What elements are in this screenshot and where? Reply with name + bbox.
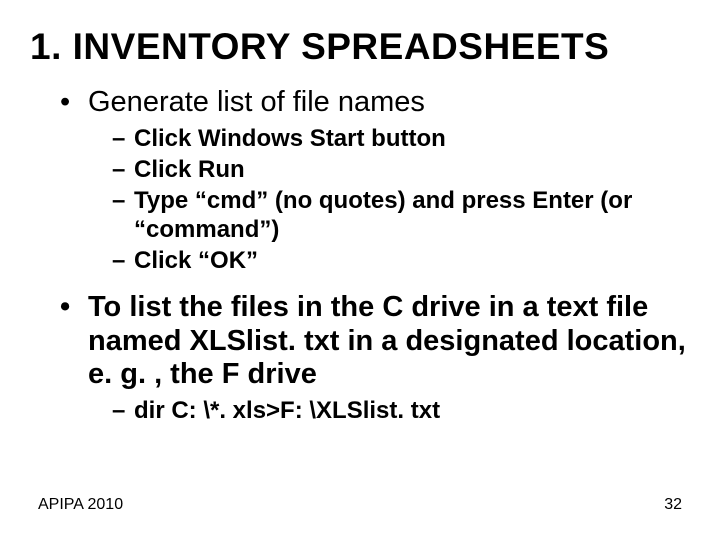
footer-left: APIPA 2010 [38, 496, 123, 514]
page-number: 32 [664, 496, 682, 514]
bullet-level2: dir C: \*. xls>F: \XLSlist. txt [112, 397, 690, 426]
bullet-level2: Click Windows Start button [112, 125, 690, 154]
slide-title: 1. INVENTORY SPREADSHEETS [30, 26, 690, 68]
bullet-level2: Click Run [112, 156, 690, 185]
bullet-level1: To list the files in the C drive in a te… [60, 291, 690, 391]
bullet-level1: Generate list of file names [60, 86, 690, 119]
bullet-level2: Type “cmd” (no quotes) and press Enter (… [112, 187, 690, 245]
bullet-level2: Click “OK” [112, 247, 690, 276]
